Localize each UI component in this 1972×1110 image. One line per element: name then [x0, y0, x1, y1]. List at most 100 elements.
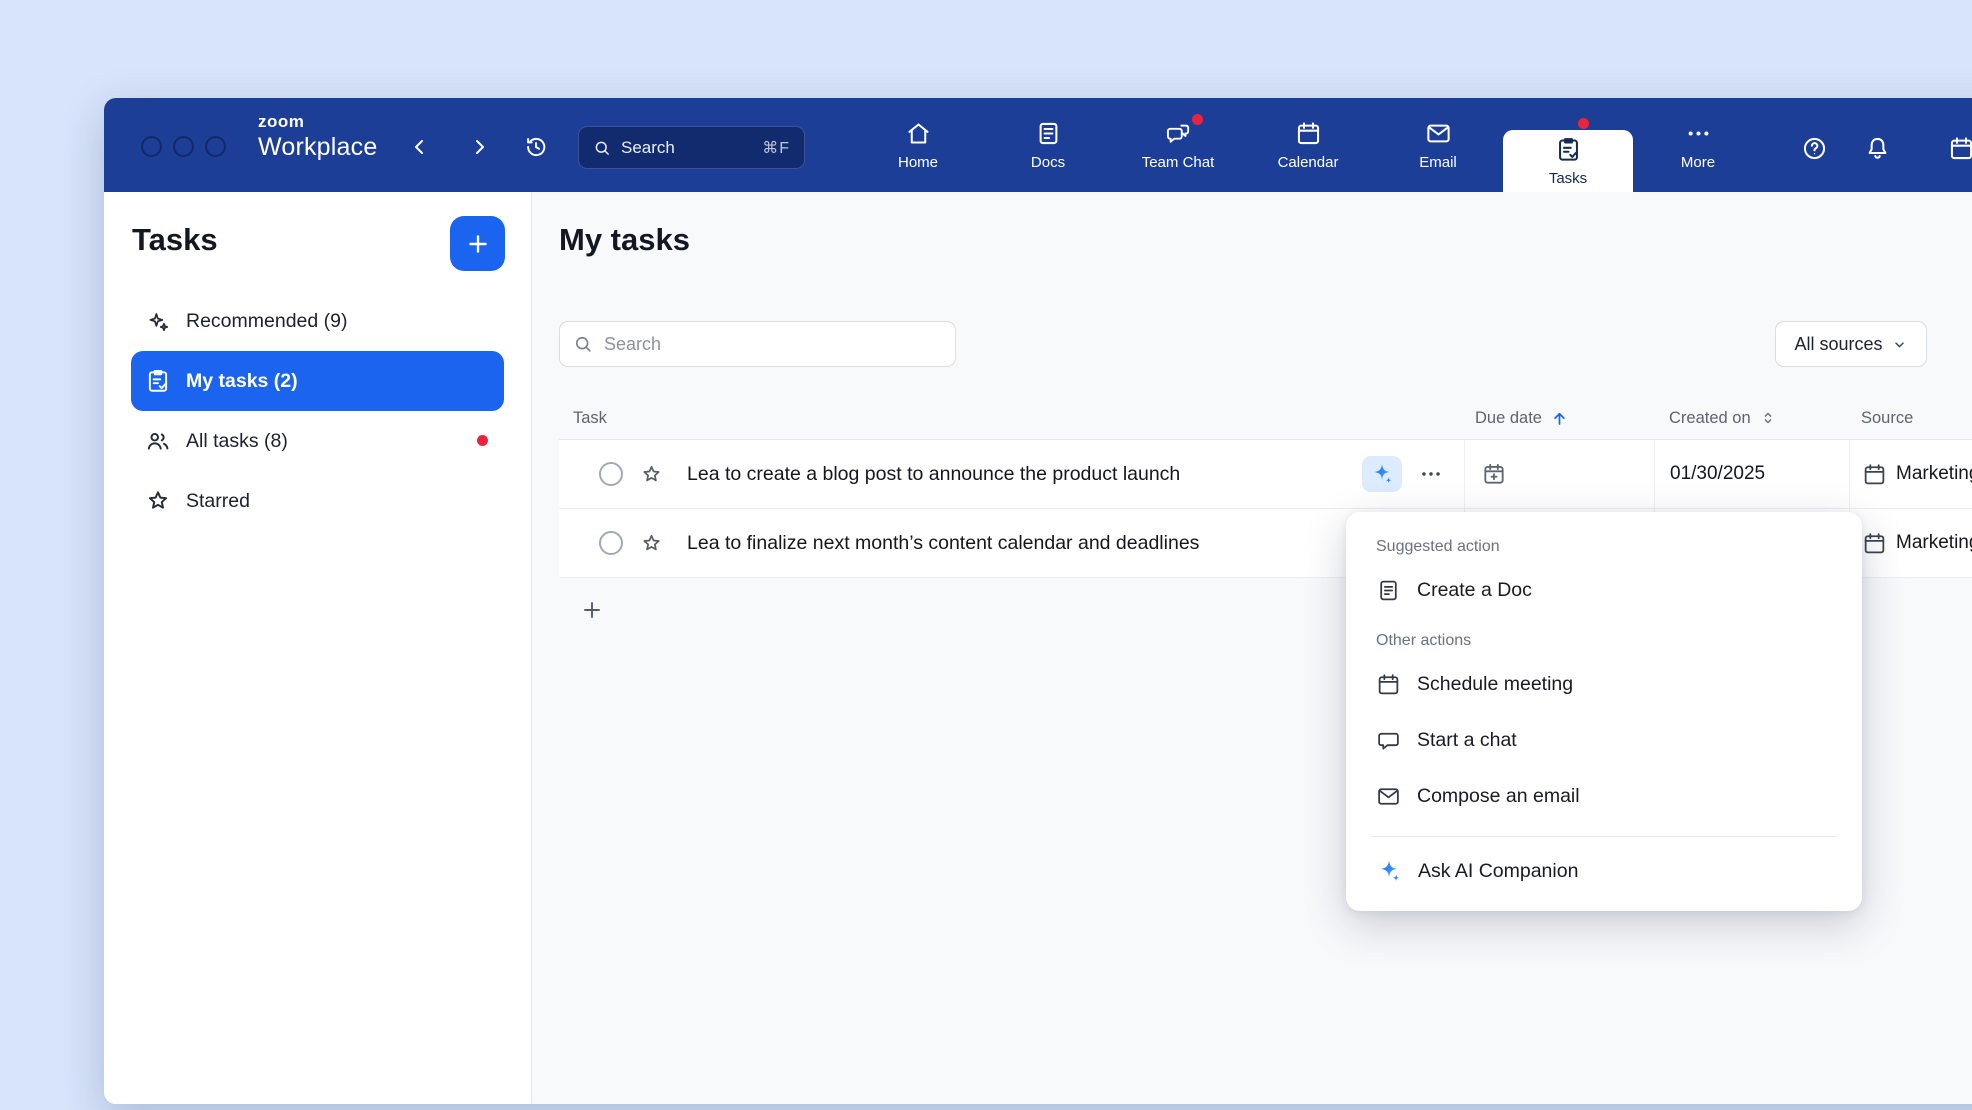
logo-workplace-text: Workplace	[258, 135, 377, 160]
global-search[interactable]: Search ⌘F	[578, 126, 805, 169]
popup-item-create-doc[interactable]: Create a Doc	[1346, 562, 1862, 618]
sidebar-item-all-tasks[interactable]: All tasks (8)	[131, 411, 504, 471]
docs-icon	[1035, 120, 1062, 147]
ellipsis-icon	[1418, 461, 1444, 487]
window-close-button[interactable]	[141, 136, 162, 157]
row-more-button[interactable]	[1416, 459, 1446, 489]
created-on-cell: 01/30/2025	[1654, 440, 1849, 508]
nav-label: Calendar	[1278, 154, 1339, 171]
tasks-sidebar: Tasks Recommended (9) My tasks (2) All t…	[104, 192, 532, 1104]
global-search-label: Search	[621, 138, 752, 158]
sidebar-item-recommended[interactable]: Recommended (9)	[131, 291, 504, 351]
email-icon	[1425, 120, 1452, 147]
table-header-row: Task Due date Created on Source	[559, 397, 1972, 440]
source-cell: Marketing	[1849, 509, 1972, 577]
nav-item-calendar[interactable]: Calendar	[1243, 98, 1373, 192]
header-source: Source	[1849, 397, 1972, 439]
sparkle-icon	[145, 308, 171, 334]
chevron-down-icon	[1891, 336, 1908, 353]
nav-label: Docs	[1031, 154, 1065, 171]
nav-item-docs[interactable]: Docs	[983, 98, 1113, 192]
nav-item-tasks[interactable]: Tasks	[1503, 130, 1633, 192]
popup-item-ask-ai-companion[interactable]: Ask AI Companion	[1346, 843, 1862, 899]
page-title: My tasks	[559, 218, 690, 262]
add-task-inline-button[interactable]	[577, 595, 607, 625]
plus-icon	[580, 598, 604, 622]
tasks-icon	[1555, 136, 1582, 163]
star-icon[interactable]	[640, 463, 663, 486]
nav-label: Team Chat	[1142, 154, 1215, 171]
star-icon[interactable]	[640, 532, 663, 555]
sidebar-item-starred[interactable]: Starred	[131, 471, 504, 531]
calendar-widget-button[interactable]	[1943, 130, 1972, 166]
calendar-icon	[1295, 120, 1322, 147]
chat-icon	[1376, 728, 1401, 753]
header-due-date[interactable]: Due date	[1464, 397, 1654, 439]
home-icon	[905, 120, 932, 147]
ai-companion-button[interactable]	[1362, 456, 1402, 492]
sidebar-item-label: My tasks (2)	[186, 370, 298, 393]
add-due-date-icon	[1481, 461, 1507, 487]
popup-item-schedule-meeting[interactable]: Schedule meeting	[1346, 656, 1862, 712]
team-chat-icon	[1165, 120, 1192, 147]
tasks-search[interactable]	[559, 321, 956, 367]
due-date-cell[interactable]	[1464, 440, 1654, 508]
primary-navigation: Home Docs Team Chat Calendar Emai	[853, 98, 1763, 192]
nav-label: Home	[898, 154, 938, 171]
forward-button[interactable]	[461, 129, 497, 165]
nav-item-home[interactable]: Home	[853, 98, 983, 192]
tasks-search-input[interactable]	[602, 333, 942, 356]
zoom-workplace-logo: zoom Workplace	[258, 113, 377, 160]
source-cell: Marketing	[1849, 440, 1972, 508]
task-complete-radio[interactable]	[599, 531, 623, 555]
search-icon	[573, 334, 593, 354]
popup-section-label: Suggested action	[1376, 536, 1862, 558]
add-task-button[interactable]	[450, 216, 505, 271]
popup-item-label: Compose an email	[1417, 785, 1580, 808]
desktop-background: zoom Workplace Search ⌘F Home	[0, 0, 1972, 1110]
team-chat-badge	[1192, 114, 1203, 125]
logo-zoom-text: zoom	[258, 113, 377, 130]
chevron-left-icon	[408, 135, 432, 159]
chevron-right-icon	[467, 135, 491, 159]
popup-divider	[1372, 836, 1836, 837]
back-button[interactable]	[402, 129, 438, 165]
sort-ascending-icon	[1550, 409, 1569, 428]
popup-item-label: Schedule meeting	[1417, 673, 1573, 696]
sidebar-item-my-tasks[interactable]: My tasks (2)	[131, 351, 504, 411]
sources-filter-value: All sources	[1794, 334, 1882, 355]
nav-item-more[interactable]: More	[1633, 98, 1763, 192]
help-icon	[1801, 135, 1828, 162]
header-created-on[interactable]: Created on	[1654, 397, 1849, 439]
nav-item-team-chat[interactable]: Team Chat	[1113, 98, 1243, 192]
plus-icon	[465, 231, 491, 257]
source-calendar-icon	[1862, 462, 1887, 487]
help-button[interactable]	[1796, 130, 1832, 166]
history-button[interactable]	[518, 129, 554, 165]
popup-item-label: Ask AI Companion	[1418, 860, 1578, 883]
topbar: zoom Workplace Search ⌘F Home	[104, 98, 1972, 192]
window-zoom-button[interactable]	[205, 136, 226, 157]
popup-item-compose-email[interactable]: Compose an email	[1346, 768, 1862, 824]
star-icon	[145, 488, 171, 514]
task-title[interactable]: Lea to create a blog post to announce th…	[687, 463, 1180, 486]
task-title[interactable]: Lea to finalize next month’s content cal…	[687, 532, 1199, 555]
sources-filter-dropdown[interactable]: All sources	[1775, 321, 1927, 367]
popup-item-start-chat[interactable]: Start a chat	[1346, 712, 1862, 768]
suggested-actions-popup: Suggested action Create a Doc Other acti…	[1346, 512, 1862, 911]
sidebar-item-label: Starred	[186, 490, 250, 513]
people-icon	[145, 428, 171, 454]
sidebar-item-label: All tasks (8)	[186, 430, 288, 453]
notifications-button[interactable]	[1859, 130, 1895, 166]
ai-sparkle-icon	[1376, 858, 1402, 884]
nav-item-email[interactable]: Email	[1373, 98, 1503, 192]
calendar-widget-icon	[1948, 135, 1972, 162]
more-icon	[1685, 120, 1712, 147]
table-row: Lea to create a blog post to announce th…	[559, 440, 1972, 509]
task-complete-radio[interactable]	[599, 462, 623, 486]
sidebar-menu: Recommended (9) My tasks (2) All tasks (…	[131, 291, 504, 531]
window-minimize-button[interactable]	[173, 136, 194, 157]
nav-label: Tasks	[1549, 170, 1587, 187]
calendar-icon	[1376, 672, 1401, 697]
doc-icon	[1376, 578, 1401, 603]
